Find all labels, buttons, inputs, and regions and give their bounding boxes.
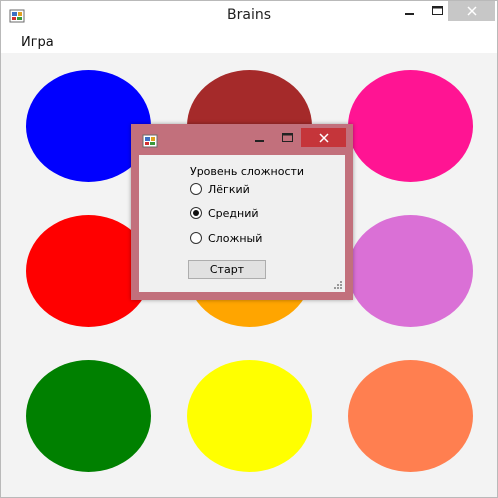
maximize-icon [282, 133, 293, 142]
radio-easy[interactable]: Лёгкий [190, 181, 250, 197]
radio-hard[interactable]: Сложный [190, 230, 262, 246]
radio-medium-circle[interactable] [190, 207, 202, 219]
color-circle[interactable] [348, 70, 473, 182]
dialog-maximize-button[interactable] [275, 129, 301, 147]
radio-easy-circle[interactable] [190, 183, 202, 195]
resize-grip-icon[interactable] [333, 280, 343, 290]
dialog-close-button[interactable] [301, 128, 346, 147]
minimize-icon [405, 13, 414, 15]
color-circle[interactable] [187, 360, 312, 472]
radio-easy-label[interactable]: Лёгкий [208, 183, 250, 196]
dialog-content: Уровень сложности Лёгкий Средний Сложный… [139, 155, 345, 292]
radio-medium-label[interactable]: Средний [208, 207, 259, 220]
difficulty-label: Уровень сложности [190, 165, 305, 178]
minimize-button[interactable] [397, 1, 423, 21]
dialog-minimize-button[interactable] [247, 129, 273, 147]
app-icon [142, 134, 158, 148]
maximize-icon [432, 6, 443, 15]
color-circle[interactable] [26, 360, 151, 472]
radio-hard-label[interactable]: Сложный [208, 232, 262, 245]
radio-medium[interactable]: Средний [190, 205, 259, 221]
color-circle[interactable] [348, 215, 473, 327]
color-circle[interactable] [348, 360, 473, 472]
close-icon [318, 132, 329, 143]
start-button[interactable]: Старт [188, 260, 266, 279]
menu-bar: Игра [1, 31, 497, 53]
close-icon [466, 6, 477, 16]
difficulty-dialog: Уровень сложности Лёгкий Средний Сложный… [131, 124, 353, 300]
menu-item-game[interactable]: Игра [21, 35, 54, 50]
minimize-icon [255, 140, 264, 142]
close-button[interactable] [448, 1, 495, 21]
radio-hard-circle[interactable] [190, 232, 202, 244]
title-bar[interactable]: Brains [1, 1, 497, 31]
